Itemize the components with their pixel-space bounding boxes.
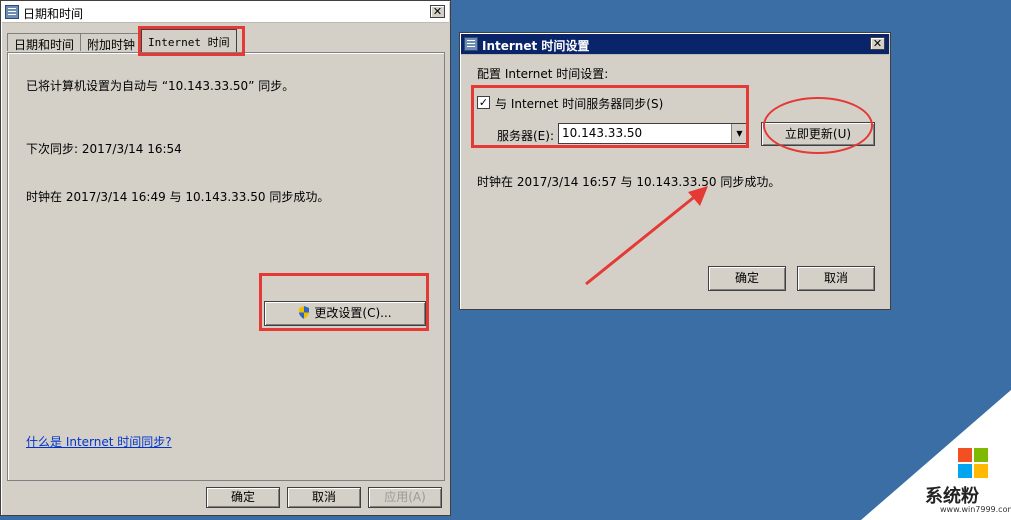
annotation-arrow — [585, 186, 708, 286]
cancel-button[interactable]: 取消 — [287, 487, 361, 508]
window-title: 日期和时间 — [23, 7, 84, 21]
logo-square-yellow — [974, 464, 988, 478]
close-button[interactable]: ✕ — [430, 5, 445, 18]
calendar-icon — [464, 37, 478, 51]
annotation-box-sync-settings — [471, 85, 749, 148]
tab-additional-clocks[interactable]: 附加时钟 — [80, 33, 143, 52]
close-button[interactable]: ✕ — [870, 37, 885, 50]
next-sync-text: 下次同步: 2017/3/14 16:54 — [26, 142, 182, 156]
logo-square-red — [958, 448, 972, 462]
watermark-url: www.win7999.com — [940, 505, 1011, 514]
tab-date-time[interactable]: 日期和时间 — [7, 33, 82, 52]
logo-square-green — [974, 448, 988, 462]
title-bar: 日期和时间 ✕ — [2, 2, 449, 23]
windows-logo-icon — [958, 448, 988, 478]
window-title: Internet 时间设置 — [482, 39, 590, 53]
annotation-ellipse-update-now — [763, 97, 873, 154]
date-time-window: 日期和时间 ✕ 日期和时间 附加时钟 Internet 时间 已将计算机设置为自… — [0, 0, 451, 516]
annotation-box-change-settings — [259, 273, 429, 331]
help-link[interactable]: 什么是 Internet 时间同步? — [26, 433, 172, 450]
cancel-button[interactable]: 取消 — [797, 266, 875, 291]
apply-button[interactable]: 应用(A) — [368, 487, 442, 508]
calendar-icon — [5, 5, 19, 19]
config-label: 配置 Internet 时间设置: — [477, 67, 609, 81]
sync-status-text: 已将计算机设置为自动与 “10.143.33.50” 同步。 — [26, 79, 295, 93]
logo-square-blue — [958, 464, 972, 478]
title-bar: Internet 时间设置 ✕ — [461, 34, 889, 55]
internet-time-panel: 已将计算机设置为自动与 “10.143.33.50” 同步。 下次同步: 201… — [7, 52, 445, 481]
ok-button[interactable]: 确定 — [206, 487, 280, 508]
tab-internet-time[interactable]: Internet 时间 — [141, 29, 237, 52]
last-sync-text: 时钟在 2017/3/14 16:49 与 10.143.33.50 同步成功。 — [26, 190, 330, 204]
